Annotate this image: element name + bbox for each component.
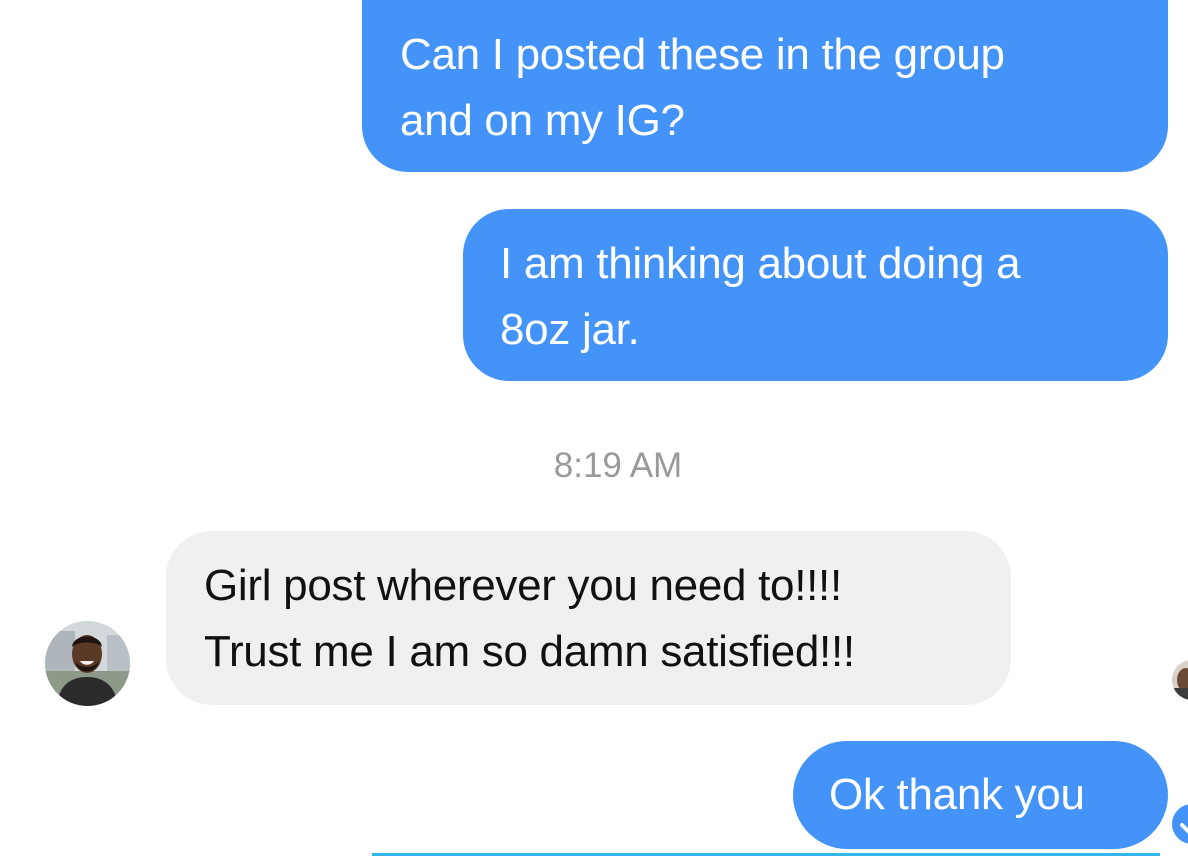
message-text-line: Can I posted these in the group	[400, 30, 1005, 79]
message-text-line: I am thinking about doing a	[500, 239, 1021, 288]
seen-avatar	[1172, 660, 1188, 700]
message-text-line: Ok thank you	[829, 770, 1085, 819]
seen-avatar-icon	[1172, 660, 1188, 700]
check-icon	[1180, 823, 1188, 834]
outgoing-message-bubble[interactable]: I am thinking about doing a 8oz jar.	[463, 209, 1168, 381]
delivered-check-icon	[1172, 804, 1188, 844]
message-text-line: Trust me I am so damn satisfied!!!	[204, 627, 855, 676]
contact-avatar[interactable]	[45, 621, 130, 706]
message-text-line: and on my IG?	[400, 96, 685, 145]
avatar-photo-icon	[45, 621, 130, 706]
message-timestamp: 8:19 AM	[553, 446, 683, 485]
message-text-line: Girl post wherever you need to!!!!	[204, 561, 842, 610]
message-text-line: 8oz jar.	[500, 305, 640, 354]
outgoing-message-bubble[interactable]: Ok thank you	[793, 741, 1168, 849]
outgoing-message-bubble[interactable]: Can I posted these in the group and on m…	[362, 0, 1168, 172]
incoming-message-bubble[interactable]: Girl post wherever you need to!!!! Trust…	[166, 531, 1011, 705]
